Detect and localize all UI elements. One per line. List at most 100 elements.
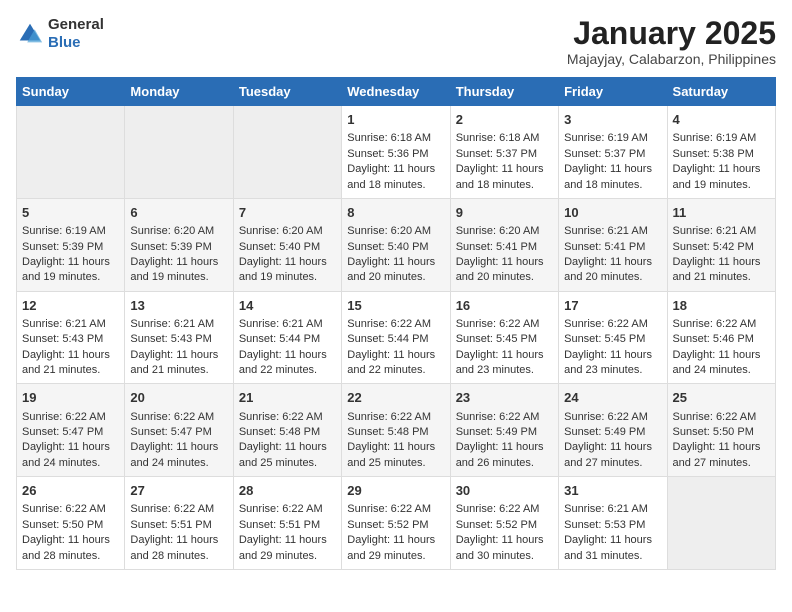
calendar-week-4: 19Sunrise: 6:22 AMSunset: 5:47 PMDayligh… [17,384,776,477]
day-info-line: Sunrise: 6:21 AM [564,502,661,517]
day-info-line: Sunrise: 6:22 AM [456,502,553,517]
day-info-line: Sunset: 5:44 PM [239,332,336,347]
day-number: 19 [22,389,119,407]
day-info-line: and 20 minutes. [347,270,444,285]
day-number: 25 [673,389,770,407]
day-number: 12 [22,297,119,315]
day-info-line: and 21 minutes. [130,363,227,378]
day-number: 9 [456,204,553,222]
logo-text: General Blue [48,16,104,52]
day-info-line: Sunrise: 6:22 AM [456,410,553,425]
day-info-line: Sunrise: 6:22 AM [347,317,444,332]
day-info-line: Sunrise: 6:22 AM [130,502,227,517]
day-info-line: Sunrise: 6:22 AM [673,410,770,425]
logo: General Blue [16,16,104,52]
day-number: 13 [130,297,227,315]
day-info-line: Sunrise: 6:22 AM [22,410,119,425]
day-info-line: and 19 minutes. [22,270,119,285]
day-info-line: Sunset: 5:47 PM [130,425,227,440]
day-info-line: Sunrise: 6:19 AM [564,131,661,146]
day-info-line: Sunrise: 6:22 AM [347,410,444,425]
calendar-cell: 18 Sunrise: 6:22 AMSunset: 5:46 PMDayligh… [667,291,775,384]
calendar-cell: 28Sunrise: 6:22 AMSunset: 5:51 PMDayligh… [233,477,341,570]
day-number: 30 [456,482,553,500]
day-info-line: Daylight: 11 hours [456,440,553,455]
day-info-line: Sunset: 5:39 PM [22,240,119,255]
day-number: 29 [347,482,444,500]
day-info-line: Daylight: 11 hours [130,348,227,363]
day-info-line: Daylight: 11 hours [130,440,227,455]
day-number: 6 [130,204,227,222]
day-info-line: Daylight: 11 hours [130,533,227,548]
logo-general: General [48,16,104,33]
day-info-line: and 29 minutes. [347,549,444,564]
day-info-line: Sunrise: 6:22 AM [673,317,770,332]
day-info-line: and 27 minutes. [673,456,770,471]
calendar-cell: 22Sunrise: 6:22 AMSunset: 5:48 PMDayligh… [342,384,450,477]
day-info-line: Sunset: 5:46 PM [673,332,770,347]
calendar-cell: 31Sunrise: 6:21 AMSunset: 5:53 PMDayligh… [559,477,667,570]
day-info-line: Sunrise: 6:22 AM [564,317,661,332]
day-number: 18 [673,297,770,315]
day-info-line: Sunset: 5:37 PM [456,147,553,162]
calendar-cell: 16Sunrise: 6:22 AMSunset: 5:45 PMDayligh… [450,291,558,384]
calendar-cell: 12Sunrise: 6:21 AMSunset: 5:43 PMDayligh… [17,291,125,384]
day-info-line: and 28 minutes. [22,549,119,564]
day-info-line: Daylight: 11 hours [22,348,119,363]
day-number: 26 [22,482,119,500]
day-info-line: Sunrise: 6:20 AM [130,224,227,239]
day-info-line: Daylight: 11 hours [673,348,770,363]
day-info-line: and 31 minutes. [564,549,661,564]
calendar-cell: 11Sunrise: 6:21 AMSunset: 5:42 PMDayligh… [667,198,775,291]
day-info-line: Daylight: 11 hours [456,255,553,270]
day-info-line: Sunset: 5:53 PM [564,518,661,533]
day-info-line: and 19 minutes. [673,178,770,193]
col-header-wednesday: Wednesday [342,78,450,106]
calendar-cell [667,477,775,570]
day-info-line: Sunrise: 6:19 AM [673,131,770,146]
day-info-line: Daylight: 11 hours [347,440,444,455]
col-header-saturday: Saturday [667,78,775,106]
day-info-line: Sunrise: 6:22 AM [347,502,444,517]
day-info-line: Sunrise: 6:21 AM [130,317,227,332]
calendar-week-5: 26Sunrise: 6:22 AMSunset: 5:50 PMDayligh… [17,477,776,570]
day-info-line: Daylight: 11 hours [456,533,553,548]
day-number: 5 [22,204,119,222]
day-info-line: and 23 minutes. [564,363,661,378]
day-info-line: Sunset: 5:40 PM [347,240,444,255]
calendar-cell: 23Sunrise: 6:22 AMSunset: 5:49 PMDayligh… [450,384,558,477]
day-info-line: Sunrise: 6:22 AM [22,502,119,517]
day-info-line: Sunset: 5:50 PM [22,518,119,533]
day-number: 28 [239,482,336,500]
day-info-line: Daylight: 11 hours [347,255,444,270]
day-number: 1 [347,111,444,129]
day-info-line: and 24 minutes. [130,456,227,471]
day-info-line: Daylight: 11 hours [673,162,770,177]
calendar-cell: 17Sunrise: 6:22 AMSunset: 5:45 PMDayligh… [559,291,667,384]
day-info-line: Sunset: 5:36 PM [347,147,444,162]
day-info-line: Sunrise: 6:21 AM [22,317,119,332]
day-info-line: Sunset: 5:51 PM [130,518,227,533]
day-info-line: Sunrise: 6:22 AM [564,410,661,425]
day-info-line: and 20 minutes. [564,270,661,285]
day-info-line: and 30 minutes. [456,549,553,564]
day-info-line: and 20 minutes. [456,270,553,285]
logo-icon [16,20,44,48]
calendar-week-3: 12Sunrise: 6:21 AMSunset: 5:43 PMDayligh… [17,291,776,384]
col-header-monday: Monday [125,78,233,106]
day-info-line: and 18 minutes. [564,178,661,193]
day-info-line: and 18 minutes. [347,178,444,193]
day-info-line: and 24 minutes. [673,363,770,378]
day-number: 11 [673,204,770,222]
day-info-line: and 19 minutes. [130,270,227,285]
day-info-line: and 18 minutes. [456,178,553,193]
page-header: General Blue January 2025 Majayjay, Cala… [16,16,776,67]
day-info-line: Sunrise: 6:21 AM [564,224,661,239]
calendar-cell: 13Sunrise: 6:21 AMSunset: 5:43 PMDayligh… [125,291,233,384]
calendar-cell: 27Sunrise: 6:22 AMSunset: 5:51 PMDayligh… [125,477,233,570]
day-info-line: and 29 minutes. [239,549,336,564]
day-info-line: Sunrise: 6:21 AM [673,224,770,239]
day-number: 15 [347,297,444,315]
day-info-line: Sunset: 5:50 PM [673,425,770,440]
calendar-cell: 20Sunrise: 6:22 AMSunset: 5:47 PMDayligh… [125,384,233,477]
